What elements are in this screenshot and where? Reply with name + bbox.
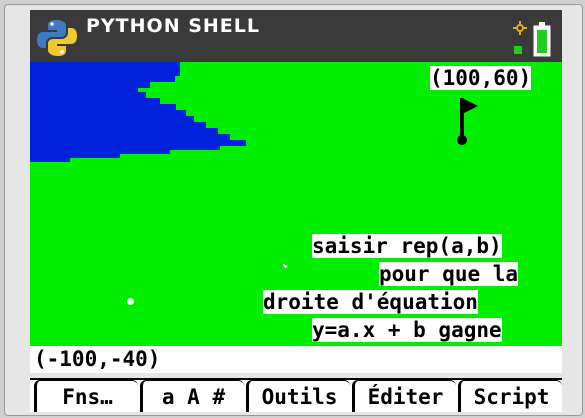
instruction-line-1: saisir rep(a,b) [312, 234, 502, 258]
app-title: PYTHON SHELL [86, 15, 260, 37]
title-bar: PYTHON SHELL [30, 10, 562, 62]
softkey-outils[interactable]: Outils [246, 380, 350, 412]
instruction-line-3: droite d'équation [263, 290, 478, 314]
pointer-icon [282, 263, 289, 270]
softkey-script[interactable]: Script [458, 380, 562, 412]
instruction-line-2: pour que la [379, 262, 519, 286]
ball-dot [127, 298, 134, 305]
softkey-editer[interactable]: Éditer [352, 380, 456, 412]
flag-icon [457, 98, 478, 145]
target-coordinate: (100,60) [430, 66, 532, 90]
graphics-screen: (100,60) saisir rep(a,b) pour que la dro… [30, 62, 562, 346]
instruction-line-4: y=a.x + b gagne [312, 318, 502, 342]
origin-label-bar: (-100,-40) [30, 346, 562, 373]
battery-icon [513, 21, 551, 57]
python-logo-icon [37, 20, 77, 56]
softkey-bar: Fns… a A # Outils Éditer Script [30, 378, 562, 412]
origin-coordinate: (-100,-40) [34, 347, 161, 371]
softkey-fns[interactable]: Fns… [34, 380, 138, 412]
softkey-chars[interactable]: a A # [140, 380, 244, 412]
